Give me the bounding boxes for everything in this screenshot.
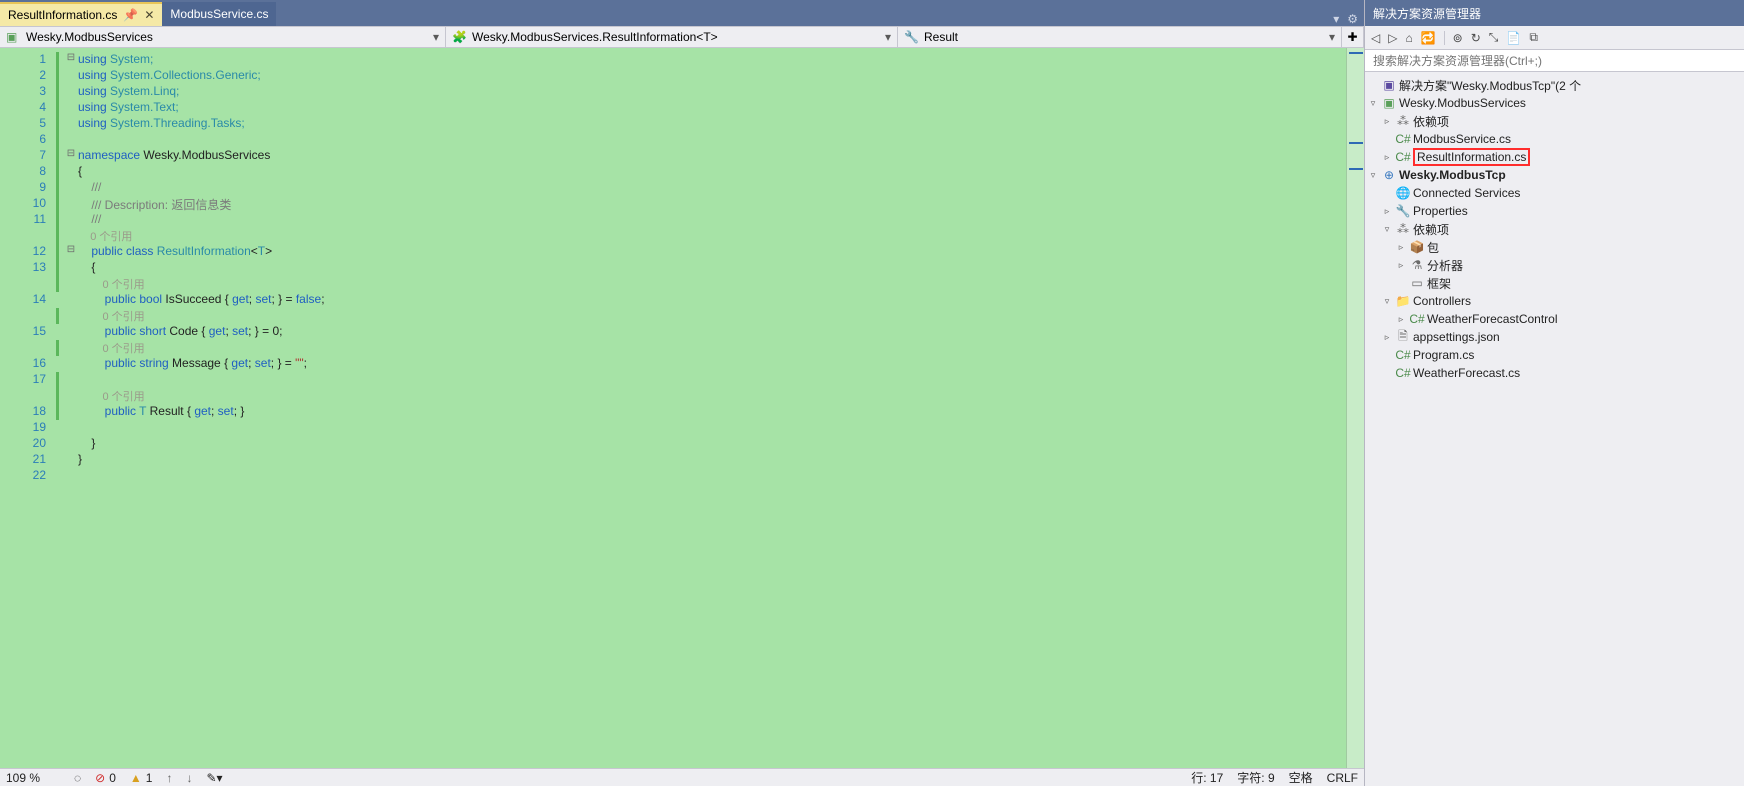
tree-item[interactable]: ▿📁Controllers (1365, 292, 1744, 310)
pin-icon[interactable]: 📌 (123, 8, 138, 22)
tree-item[interactable]: ▹⚗分析器 (1365, 256, 1744, 274)
fwd-icon[interactable]: ▷ (1388, 31, 1397, 45)
tree-item[interactable]: ▹📦包 (1365, 238, 1744, 256)
plus-icon: ✚ (1347, 30, 1357, 44)
back-icon[interactable]: ◁ (1371, 31, 1380, 45)
code-editor[interactable]: 12345678910111213141516171819202122 ⊟⊟⊟ … (0, 48, 1364, 768)
prev-issue[interactable]: ↑ (166, 771, 172, 785)
tree-item[interactable]: ▹⁂依赖项 (1365, 112, 1744, 130)
nav-member-label: Result (924, 30, 958, 44)
refresh-icon[interactable]: ↻ (1471, 31, 1481, 45)
indent-mode[interactable]: 空格 (1289, 769, 1313, 786)
tab-resultinformation[interactable]: ResultInformation.cs 📌 ✕ (0, 2, 162, 26)
zoom-level[interactable]: 109 % (6, 771, 60, 785)
warning-count[interactable]: ▲1 (130, 771, 153, 785)
chevron-down-icon: ▾ (1329, 30, 1335, 44)
tree-item[interactable]: ▣解决方案"Wesky.ModbusTcp"(2 个 (1365, 76, 1744, 94)
code-text[interactable]: using System;using System.Collections.Ge… (78, 48, 1346, 768)
next-issue[interactable]: ↓ (186, 771, 192, 785)
tab-label: ResultInformation.cs (8, 8, 117, 22)
nav-project-dropdown[interactable]: ▣ Wesky.ModbusServices ▾ (0, 27, 446, 47)
chevron-down-icon: ▾ (885, 30, 891, 44)
tab-overflow-icon[interactable]: ▾ (1333, 12, 1339, 26)
nav-class-dropdown[interactable]: 🧩 Wesky.ModbusServices.ResultInformation… (446, 27, 898, 47)
solution-explorer: 解决方案资源管理器 ◁ ▷ ⌂ 🔁 ⊚ ↻ ⤡ 📄 ⧉ ▣解决方案"Wesky.… (1364, 0, 1744, 786)
project-icon: ▣ (6, 30, 20, 44)
nav-project-label: Wesky.ModbusServices (26, 30, 153, 44)
cursor-line: 行: 17 (1191, 769, 1223, 786)
search-input[interactable] (1365, 50, 1744, 71)
tree-item[interactable]: ▹C#WeatherForecastControl (1365, 310, 1744, 328)
tree-item[interactable]: ▹C#ResultInformation.cs (1365, 148, 1744, 166)
solution-tree[interactable]: ▣解决方案"Wesky.ModbusTcp"(2 个▿▣Wesky.Modbus… (1365, 72, 1744, 786)
tree-item[interactable]: ▿▣Wesky.ModbusServices (1365, 94, 1744, 112)
tree-item[interactable]: 🌐Connected Services (1365, 184, 1744, 202)
line-ending[interactable]: CRLF (1327, 771, 1358, 785)
nav-add-button[interactable]: ✚ (1342, 27, 1364, 47)
tree-item[interactable]: ▿⊕Wesky.ModbusTcp (1365, 166, 1744, 184)
collapse-icon[interactable]: ⤡ (1489, 30, 1499, 45)
document-tab-bar: ResultInformation.cs 📌 ✕ ModbusService.c… (0, 0, 1364, 26)
nav-member-dropdown[interactable]: 🔧 Result ▾ (898, 27, 1342, 47)
error-icon: ⊘ (95, 771, 105, 785)
tree-item[interactable]: ▿⁂依赖项 (1365, 220, 1744, 238)
nav-class-label: Wesky.ModbusServices.ResultInformation<T… (472, 30, 718, 44)
show-all-icon[interactable]: 📄 (1506, 31, 1521, 45)
editor-status-bar: 109 % ◌ ⊘0 ▲1 ↑ ↓ ✎▾ 行: 17 字符: 9 空格 CRLF (0, 768, 1364, 786)
separator (1444, 31, 1445, 45)
tab-modbusservice[interactable]: ModbusService.cs (162, 2, 276, 26)
panel-toolbar: ◁ ▷ ⌂ 🔁 ⊚ ↻ ⤡ 📄 ⧉ (1365, 26, 1744, 50)
home-icon[interactable]: ⌂ (1405, 31, 1412, 45)
line-number-gutter: 12345678910111213141516171819202122 (0, 48, 56, 768)
editor-area: ResultInformation.cs 📌 ✕ ModbusService.c… (0, 0, 1364, 786)
tab-label: ModbusService.cs (170, 7, 268, 21)
wrench-icon: 🔧 (904, 30, 918, 44)
panel-title[interactable]: 解决方案资源管理器 (1365, 0, 1744, 26)
sync-icon[interactable]: ⊚ (1453, 31, 1463, 45)
chevron-down-icon: ▾ (433, 30, 439, 44)
tab-gear-icon[interactable]: ⚙ (1347, 12, 1358, 26)
switch-views-icon[interactable]: 🔁 (1421, 31, 1436, 45)
close-icon[interactable]: ✕ (144, 8, 154, 22)
warning-icon: ▲ (130, 771, 142, 785)
issues-glyph-icon[interactable]: ◌ (74, 771, 81, 785)
cursor-col: 字符: 9 (1237, 769, 1274, 786)
tree-item[interactable]: C#Program.cs (1365, 346, 1744, 364)
change-marks (56, 48, 64, 768)
overview-ruler[interactable] (1346, 48, 1364, 768)
tree-item[interactable]: C#ModbusService.cs (1365, 130, 1744, 148)
fold-column[interactable]: ⊟⊟⊟ (64, 48, 78, 768)
editor-nav-bar: ▣ Wesky.ModbusServices ▾ 🧩 Wesky.ModbusS… (0, 26, 1364, 48)
class-icon: 🧩 (452, 30, 466, 44)
tree-item[interactable]: ▭框架 (1365, 274, 1744, 292)
tree-item[interactable]: ▹🗎appsettings.json (1365, 328, 1744, 346)
error-count[interactable]: ⊘0 (95, 771, 116, 785)
tree-item[interactable]: C#WeatherForecast.cs (1365, 364, 1744, 382)
tree-item[interactable]: ▹🔧Properties (1365, 202, 1744, 220)
quick-actions[interactable]: ✎▾ (206, 771, 222, 785)
properties-icon[interactable]: ⧉ (1529, 30, 1538, 45)
panel-search[interactable] (1365, 50, 1744, 72)
